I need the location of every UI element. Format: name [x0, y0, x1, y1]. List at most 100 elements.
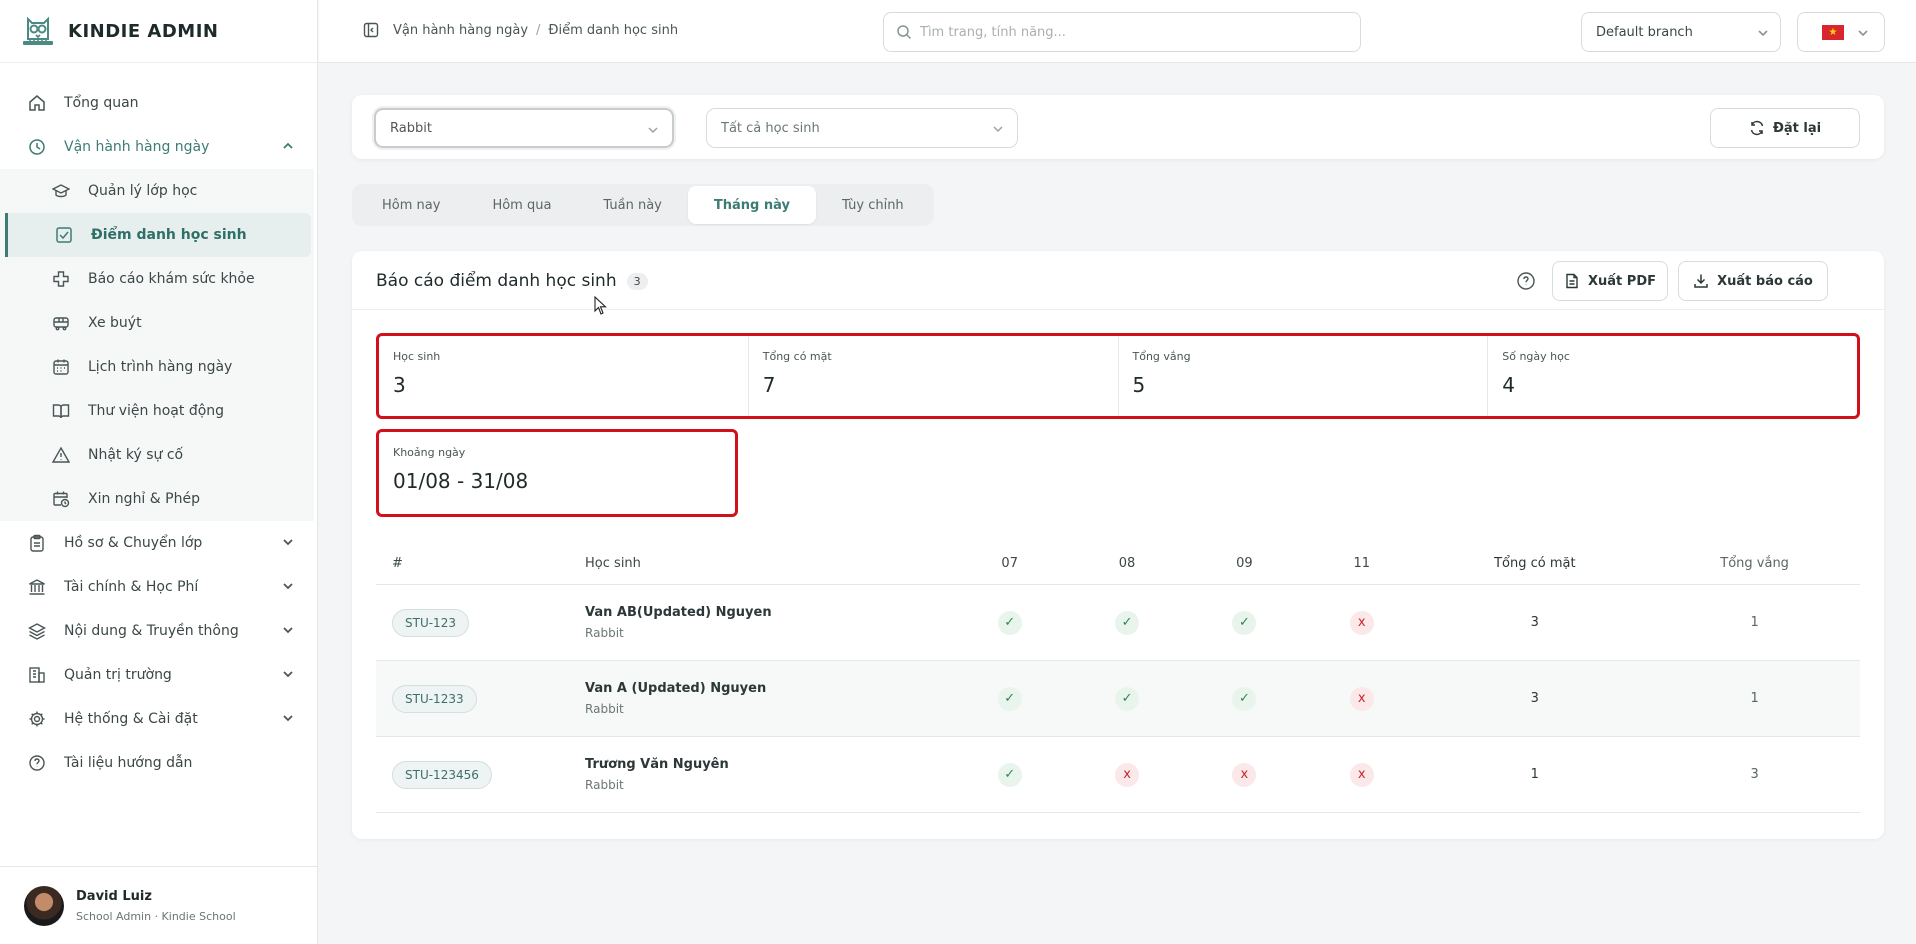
- sidebar-item-school-admin[interactable]: Quản trị trường: [0, 653, 317, 697]
- student-name: Van AB(Updated) Nguyen: [585, 605, 772, 620]
- sidebar-item-label: Tài chính & Học Phí: [64, 579, 199, 595]
- export-report-button[interactable]: Xuất báo cáo: [1678, 261, 1828, 301]
- sidebar-item-health-report[interactable]: Báo cáo khám sức khỏe: [0, 257, 314, 301]
- sidebar-item-content-media[interactable]: Nội dung & Truyền thông: [0, 609, 317, 653]
- date-range-value: 01/08 - 31/08: [393, 469, 529, 493]
- date-range-label: Khoảng ngày: [393, 446, 466, 459]
- sidebar-toggle-icon[interactable]: [363, 22, 379, 38]
- summary-stats: Học sinh 3 Tổng có mặt 7 Tổng vắng 5 Số …: [376, 333, 1860, 419]
- report-title-text: Báo cáo điểm danh học sinh: [376, 271, 617, 291]
- help-circle-icon: [28, 754, 46, 772]
- report-title: Báo cáo điểm danh học sinh 3: [376, 271, 648, 291]
- attendance-report: Báo cáo điểm danh học sinh 3 Xuất PDF Xu…: [352, 251, 1884, 839]
- table-row[interactable]: STU-123456 Trương Văn Nguyên Rabbit ✓ x …: [376, 737, 1860, 813]
- bus-icon: [52, 314, 70, 332]
- clock-icon: [28, 138, 46, 156]
- bank-icon: [28, 578, 46, 596]
- chevron-down-icon: [283, 715, 293, 722]
- user-name: David Luiz: [76, 888, 152, 904]
- chevron-down-icon: [1858, 30, 1868, 37]
- present-check-icon: ✓: [997, 762, 1022, 787]
- help-icon[interactable]: [1516, 271, 1536, 291]
- sidebar-item-leave-requests[interactable]: Xin nghỉ & Phép: [0, 477, 314, 521]
- export-pdf-button[interactable]: Xuất PDF: [1552, 261, 1668, 301]
- sidebar-item-daily-schedule[interactable]: Lịch trình hàng ngày: [0, 345, 314, 389]
- calendar-icon: [52, 358, 70, 376]
- stat-value: 3: [393, 373, 406, 397]
- class-select[interactable]: Rabbit: [374, 108, 674, 148]
- sidebar-item-class-management[interactable]: Quản lý lớp học: [0, 169, 314, 213]
- present-check-icon: ✓: [997, 610, 1022, 635]
- tab-this-month[interactable]: Tháng này: [687, 186, 816, 224]
- tab-this-week[interactable]: Tuần này: [577, 186, 687, 224]
- check-square-icon: [55, 226, 73, 244]
- student-select[interactable]: Tất cả học sinh: [706, 108, 1018, 148]
- user-role: School Admin · Kindie School: [76, 909, 236, 923]
- total-present-value: 3: [1530, 691, 1539, 706]
- absent-x-icon: x: [1115, 762, 1140, 787]
- stat-school-days: Số ngày học 4: [1487, 336, 1857, 416]
- language-select[interactable]: ★: [1797, 12, 1885, 52]
- brand[interactable]: KINDIE ADMIN: [0, 0, 317, 63]
- mouse-cursor-icon: [594, 296, 607, 315]
- building-icon: [28, 666, 46, 684]
- sidebar-item-label: Hệ thống & Cài đặt: [64, 711, 198, 727]
- chevron-up-icon: [283, 142, 293, 149]
- sidebar-item-finance[interactable]: Tài chính & Học Phí: [0, 565, 317, 609]
- gear-icon: [28, 710, 46, 728]
- breadcrumb-item[interactable]: Vận hành hàng ngày: [393, 23, 528, 38]
- sidebar-item-bus[interactable]: Xe buýt: [0, 301, 314, 345]
- table-row[interactable]: STU-123 Van AB(Updated) Nguyen Rabbit ✓ …: [376, 585, 1860, 661]
- student-class: Rabbit: [585, 626, 624, 640]
- sidebar-item-label: Quản lý lớp học: [88, 183, 198, 199]
- total-absent-value: 1: [1750, 691, 1759, 706]
- home-icon: [28, 94, 46, 112]
- refresh-icon: [1750, 120, 1764, 136]
- sidebar-item-overview[interactable]: Tổng quan: [0, 81, 317, 125]
- stat-value: 4: [1502, 373, 1515, 397]
- stat-total-absent: Tổng vắng 5: [1117, 336, 1488, 416]
- column-total-absent: Tổng vắng: [1720, 556, 1789, 571]
- sidebar-item-label: Tài liệu hướng dẫn: [64, 755, 193, 771]
- sidebar-item-incident-log[interactable]: Nhật ký sự cố: [0, 433, 314, 477]
- sidebar-item-daily-operations[interactable]: Vận hành hàng ngày: [0, 125, 317, 169]
- sidebar-item-label: Điểm danh học sinh: [91, 227, 247, 243]
- student-id-badge: STU-123: [392, 608, 469, 637]
- search-box[interactable]: [883, 12, 1361, 52]
- tab-yesterday[interactable]: Hôm qua: [466, 186, 577, 224]
- student-id-badge: STU-1233: [392, 684, 477, 713]
- sidebar-item-attendance[interactable]: Điểm danh học sinh: [5, 213, 311, 257]
- chevron-down-icon: [283, 627, 293, 634]
- reset-button-label: Đặt lại: [1772, 120, 1822, 136]
- reset-button[interactable]: Đặt lại: [1710, 108, 1860, 148]
- sidebar-item-records-transfer[interactable]: Hồ sơ & Chuyển lớp: [0, 521, 317, 565]
- tab-today[interactable]: Hôm nay: [356, 186, 466, 224]
- date-range-stat: Khoảng ngày 01/08 - 31/08: [376, 429, 738, 517]
- sidebar-item-system-settings[interactable]: Hệ thống & Cài đặt: [0, 697, 317, 741]
- user-profile[interactable]: David Luiz School Admin · Kindie School: [0, 866, 318, 944]
- absent-x-icon: x: [1349, 686, 1374, 711]
- sidebar-submenu: Quản lý lớp học Điểm danh học sinh Báo c…: [0, 169, 314, 521]
- attendance-table: # Học sinh 07 08 09 11 Tổng có mặt Tổng …: [376, 543, 1860, 813]
- owl-logo-icon: [23, 16, 53, 45]
- date-range-tabs: Hôm nay Hôm qua Tuần này Tháng này Tùy c…: [352, 184, 934, 226]
- health-cross-icon: [52, 270, 70, 288]
- search-input[interactable]: [920, 24, 1340, 40]
- sidebar-item-activity-library[interactable]: Thư viện hoạt động: [0, 389, 314, 433]
- sidebar-item-label: Báo cáo khám sức khỏe: [88, 271, 255, 287]
- branch-select-value: Default branch: [1596, 24, 1693, 40]
- column-student: Học sinh: [585, 556, 641, 571]
- calendar-clock-icon: [52, 490, 70, 508]
- table-row[interactable]: STU-1233 Van A (Updated) Nguyen Rabbit ✓…: [376, 661, 1860, 737]
- branch-select[interactable]: Default branch: [1581, 12, 1781, 52]
- stat-label: Số ngày học: [1502, 350, 1570, 363]
- export-report-label: Xuất báo cáo: [1717, 273, 1813, 289]
- count-badge: 3: [626, 272, 648, 290]
- breadcrumb: Vận hành hàng ngày / Điểm danh học sinh: [363, 22, 678, 38]
- student-select-value: Tất cả học sinh: [721, 120, 820, 136]
- sidebar-item-label: Xin nghỉ & Phép: [88, 491, 200, 507]
- sidebar-item-documentation[interactable]: Tài liệu hướng dẫn: [0, 741, 317, 785]
- stat-label: Tổng có mặt: [762, 350, 832, 363]
- class-select-value: Rabbit: [390, 120, 432, 136]
- tab-custom[interactable]: Tùy chỉnh: [816, 186, 930, 224]
